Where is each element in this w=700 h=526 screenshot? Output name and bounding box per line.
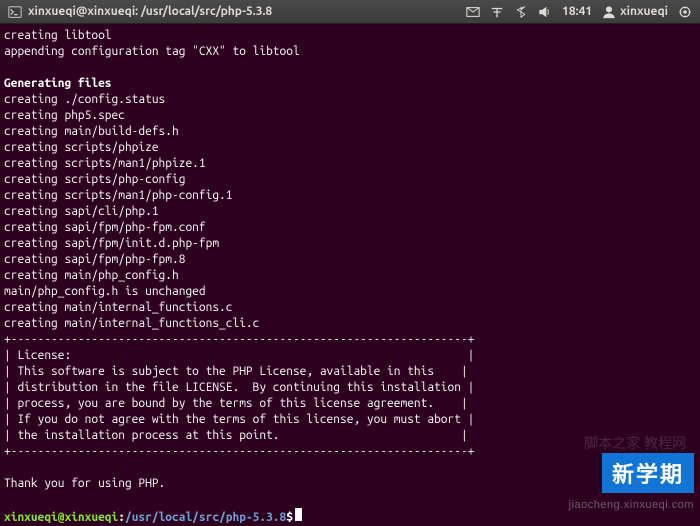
user-icon <box>602 5 616 19</box>
clock[interactable]: 18:41 <box>562 5 592 18</box>
prompt-user-host: xinxueqi@xinxueqi <box>4 510 118 526</box>
system-tray: 18:41 xinxueqi <box>466 5 692 19</box>
network-icon[interactable] <box>490 5 504 19</box>
top-menubar: xinxueqi@xinxueqi: /usr/local/src/php-5.… <box>0 0 700 24</box>
volume-icon[interactable] <box>538 5 552 19</box>
bluetooth-icon[interactable] <box>514 5 528 19</box>
mail-icon[interactable] <box>466 5 480 19</box>
username-label: xinxueqi <box>620 5 668 18</box>
watermark-text-2: 脚本之家 教程网 <box>584 433 686 453</box>
terminal-icon <box>8 5 22 19</box>
watermark-text-1: jiaocheng.xinxueqi.com <box>569 499 694 511</box>
watermark-badge: 新学期 <box>602 453 694 493</box>
cursor <box>295 508 302 521</box>
prompt-path: /usr/local/src/php-5.3.8 <box>125 510 286 526</box>
window-title-group: xinxueqi@xinxueqi: /usr/local/src/php-5.… <box>8 5 272 19</box>
session-icon[interactable] <box>678 5 692 19</box>
user-menu[interactable]: xinxueqi <box>602 5 668 19</box>
window-title: xinxueqi@xinxueqi: /usr/local/src/php-5.… <box>28 5 272 18</box>
